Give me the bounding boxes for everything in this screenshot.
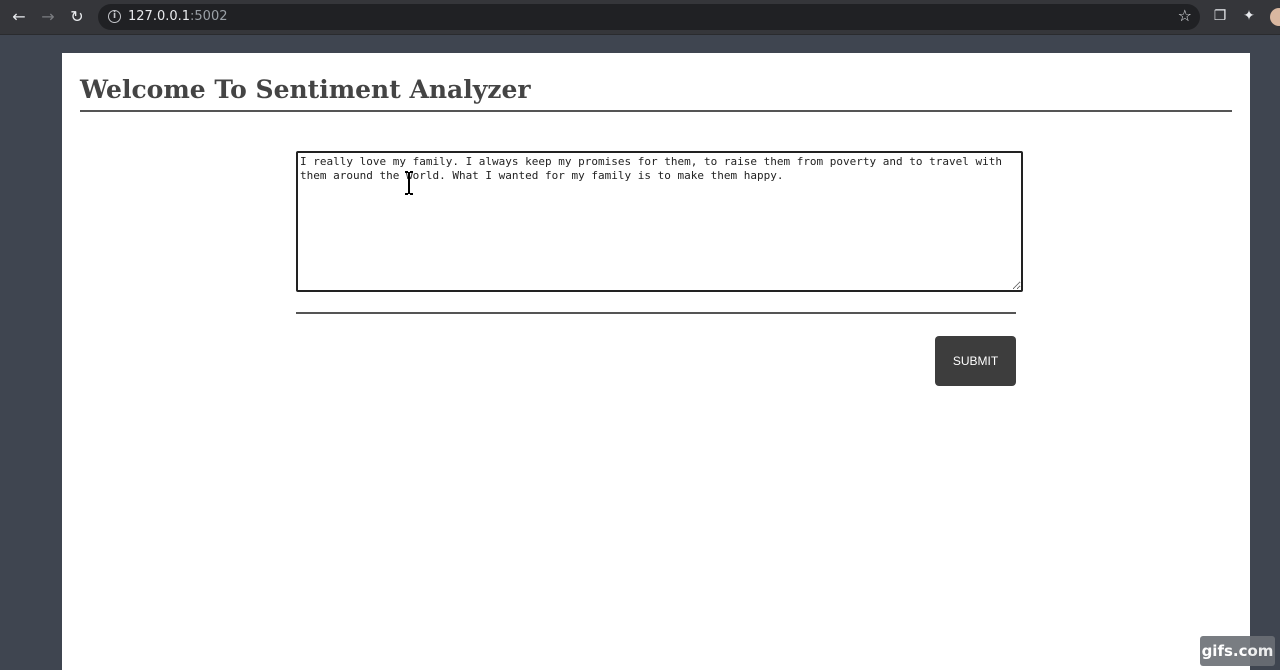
form-divider [296,312,1016,314]
forward-arrow-icon[interactable]: → [38,7,58,27]
puzzle-icon[interactable]: ✦ [1241,8,1257,24]
text-cursor-icon [405,171,413,195]
back-arrow-icon[interactable]: ← [9,7,29,27]
url-port: :5002 [190,9,228,24]
reload-icon[interactable]: ↻ [67,7,87,27]
star-icon[interactable]: ☆ [1178,6,1192,25]
url-text[interactable]: 127.0.0.1:5002 [128,9,228,25]
browser-toolbar: ← → ↻ i 127.0.0.1:5002 ☆ ❐ ✦ [0,0,1280,35]
page-content: Welcome To Sentiment Analyzer I really l… [62,53,1250,670]
page-title: Welcome To Sentiment Analyzer [80,75,531,104]
submit-button[interactable]: SUBMIT [935,336,1016,386]
watermark-logo: gifs.com [1200,636,1275,666]
address-bar[interactable]: i 127.0.0.1:5002 ☆ [98,4,1200,30]
extension-icon[interactable]: ❐ [1212,8,1228,24]
info-icon[interactable]: i [108,10,121,23]
avatar[interactable] [1270,8,1280,26]
url-host: 127.0.0.1 [128,9,191,24]
title-divider [80,110,1232,112]
